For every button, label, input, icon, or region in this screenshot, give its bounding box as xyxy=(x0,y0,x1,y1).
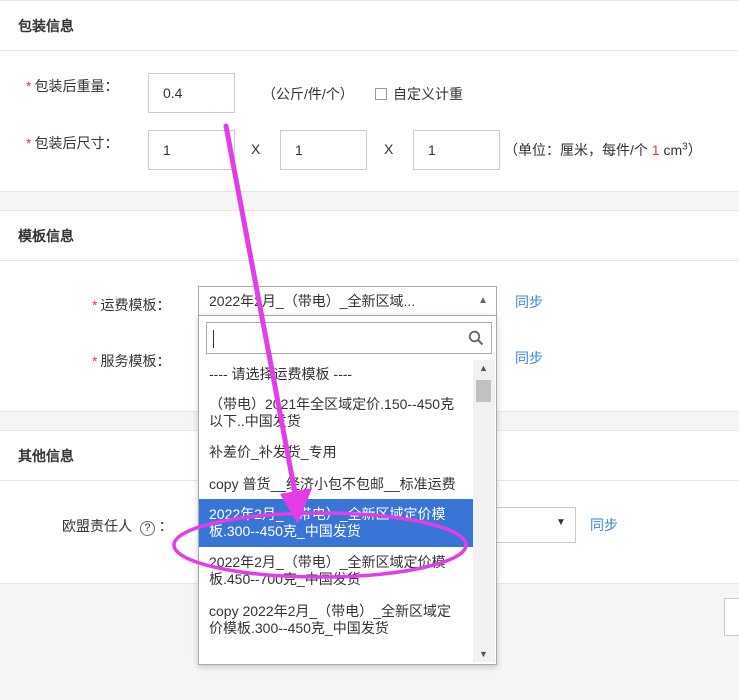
times-sign: X xyxy=(384,141,394,157)
length-input[interactable]: 1 xyxy=(148,130,235,170)
shipping-selected-text: 2022年2月_（带电）_全新区域... xyxy=(209,293,416,309)
required-mark: * xyxy=(26,135,32,151)
help-icon[interactable]: ? xyxy=(139,521,155,536)
option-item[interactable]: （带电）2021年全区域定价.150--450克以下..中国发货 xyxy=(199,390,473,436)
caret-down-icon: ▼ xyxy=(556,517,566,528)
service-template-label: * 服务模板： xyxy=(92,353,171,369)
required-mark: * xyxy=(92,297,98,313)
custom-weight-checkbox[interactable] xyxy=(375,88,387,100)
times-sign: X xyxy=(251,141,261,157)
packaging-title: 包装信息 xyxy=(0,1,739,51)
eu-responsible-select[interactable]: ▼ xyxy=(496,507,576,543)
packaging-panel: 包装信息 xyxy=(0,0,739,192)
scroll-up-icon[interactable]: ▲ xyxy=(479,363,488,373)
dropdown-scrollbar[interactable]: ▲ ▼ xyxy=(473,360,495,662)
dropdown-options: ---- 请选择运费模板 ---- （带电）2021年全区域定价.150--45… xyxy=(199,360,473,664)
weight-input[interactable]: 0.4 xyxy=(148,73,235,113)
shipping-template-dropdown: ---- 请选择运费模板 ---- （带电）2021年全区域定价.150--45… xyxy=(198,315,497,665)
dropdown-search-input[interactable] xyxy=(206,322,492,354)
width-input[interactable]: 1 xyxy=(280,130,367,170)
custom-weight-option[interactable]: 自定义计重 xyxy=(375,84,463,104)
service-sync-link[interactable]: 同步 xyxy=(515,348,543,368)
size-label: * 包装后尺寸： xyxy=(26,135,119,151)
eu-sync-link[interactable]: 同步 xyxy=(590,515,618,535)
scrollbar-thumb[interactable] xyxy=(476,380,491,402)
option-item-selected[interactable]: 2022年2月_（带电）_全新区域定价模板.300--450克_中国发货 xyxy=(199,499,473,547)
eu-responsible-label: 欧盟责任人 ? ： xyxy=(62,518,173,536)
caret-up-icon: ▲ xyxy=(478,295,488,306)
option-item[interactable]: ---- 请选择运费模板 ---- xyxy=(199,360,473,390)
template-title: 模板信息 xyxy=(0,211,739,261)
height-input[interactable]: 1 xyxy=(413,130,500,170)
search-icon xyxy=(468,330,484,346)
bottom-button-edge[interactable] xyxy=(724,598,739,636)
weight-unit: （公斤/件/个） xyxy=(262,86,354,102)
required-mark: * xyxy=(92,353,98,369)
weight-label: * 包装后重量： xyxy=(26,78,119,94)
option-item[interactable]: copy 2022年2月_（带电）_全新区域定价模板.300--450克_中国发… xyxy=(199,595,473,641)
option-item[interactable]: 2022年2月_（带电）_全新区域定价模板.450--700克_中国发货 xyxy=(199,547,473,595)
size-unit: （单位：厘米，每件/个 1 cm3） xyxy=(504,141,702,158)
text-cursor xyxy=(213,330,214,348)
shipping-template-label: * 运费模板： xyxy=(92,297,171,313)
shipping-template-select[interactable]: 2022年2月_（带电）_全新区域... ▲ xyxy=(198,286,497,316)
shipping-sync-link[interactable]: 同步 xyxy=(515,292,543,312)
required-mark: * xyxy=(26,78,32,94)
scroll-down-icon[interactable]: ▼ xyxy=(479,649,488,659)
option-item[interactable]: copy 普货__经济小包不包邮__标准运费 xyxy=(199,469,473,499)
option-item[interactable]: 补差价_补发货_专用 xyxy=(199,436,473,469)
